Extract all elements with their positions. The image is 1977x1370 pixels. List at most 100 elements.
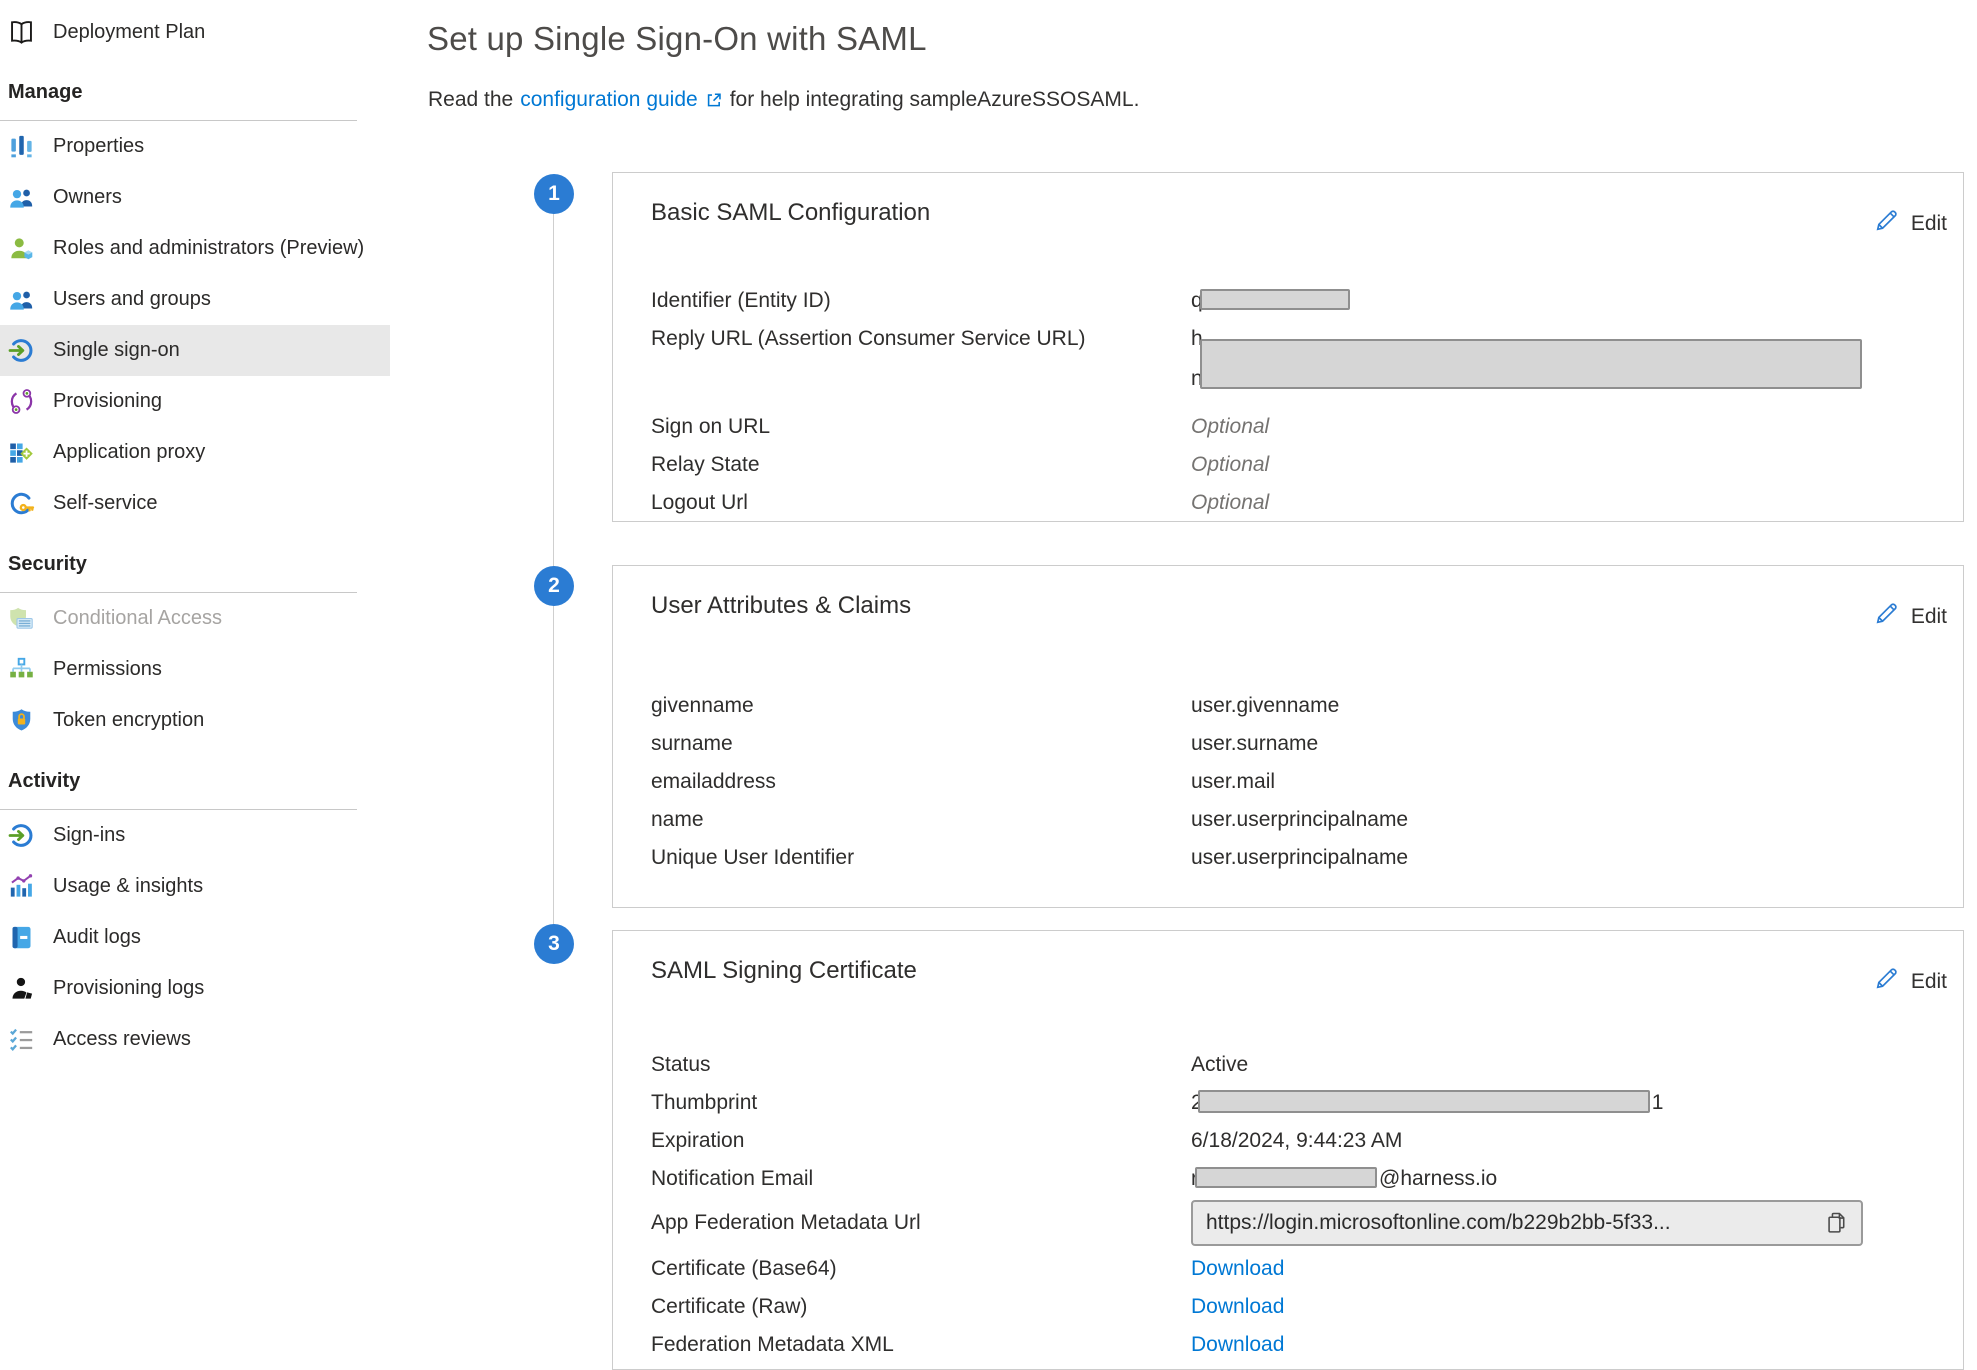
notification-email-row: Notification Email r@harness.io <box>651 1166 1963 1192</box>
shield-lock-icon <box>8 707 35 734</box>
expiration-value: 6/18/2024, 9:44:23 AM <box>1191 1128 1402 1154</box>
federation-metadata-xml-row: Federation Metadata XML Download <box>651 1332 1963 1358</box>
sidebar-item-label: Owners <box>53 186 122 209</box>
thumbprint-value: 21 <box>1191 1090 1663 1116</box>
metadata-url-row: App Federation Metadata Url https://logi… <box>651 1200 1963 1246</box>
claim-value: user.givenname <box>1191 693 1339 719</box>
sidebar-item-label: Audit logs <box>53 926 141 949</box>
relay-state-value: Optional <box>1191 452 1269 478</box>
sidebar-item-label: Deployment Plan <box>53 21 205 44</box>
sidebar-section-manage: Manage <box>0 81 420 104</box>
expiration-label: Expiration <box>651 1128 1191 1154</box>
configuration-guide-link[interactable]: configuration guide <box>520 88 697 112</box>
sign-in-arrow-icon <box>8 337 35 364</box>
page-title: Set up Single Sign-On with SAML <box>427 20 927 58</box>
certificate-raw-row: Certificate (Raw) Download <box>651 1294 1963 1320</box>
edit-user-attributes-button[interactable]: Edit <box>1873 600 1947 633</box>
grid-diamond-icon <box>8 439 35 466</box>
basic-saml-configuration-card: Basic SAML Configuration Edit Identifier… <box>612 172 1964 522</box>
metadata-url-label: App Federation Metadata Url <box>651 1200 1191 1246</box>
reply-url-value: h n <box>1191 326 1891 402</box>
reply-url-row: Reply URL (Assertion Consumer Service UR… <box>651 326 1963 402</box>
relay-state-row: Relay State Optional <box>651 452 1963 478</box>
claim-label: givenname <box>651 693 1191 719</box>
sidebar-item-label: Roles and administrators (Preview) <box>53 237 364 260</box>
logout-url-value: Optional <box>1191 490 1269 516</box>
claim-value: user.userprincipalname <box>1191 807 1408 833</box>
external-link-icon[interactable] <box>705 91 723 109</box>
sidebar-section-activity: Activity <box>0 770 420 793</box>
sidebar-item-single-sign-on[interactable]: Single sign-on <box>0 325 390 376</box>
step-2-badge: 2 <box>534 566 574 606</box>
saml-signing-certificate-card: SAML Signing Certificate Edit Status Act… <box>612 930 1964 1370</box>
sidebar-item-access-reviews[interactable]: Access reviews <box>0 1014 390 1065</box>
claim-row: Unique User Identifier user.userprincipa… <box>651 845 1963 871</box>
identifier-label: Identifier (Entity ID) <box>651 288 1191 314</box>
redaction-bar <box>1198 1090 1650 1113</box>
sidebar-item-provisioning-logs[interactable]: Provisioning logs <box>0 963 390 1014</box>
notification-email-label: Notification Email <box>651 1166 1191 1192</box>
download-base64-link[interactable]: Download <box>1191 1256 1284 1282</box>
logout-url-row: Logout Url Optional <box>651 490 1963 516</box>
certificate-raw-label: Certificate (Raw) <box>651 1294 1191 1320</box>
metadata-url-input[interactable]: https://login.microsoftonline.com/b229b2… <box>1191 1200 1863 1246</box>
book-icon <box>8 19 35 46</box>
sidebar-item-label: Application proxy <box>53 441 205 464</box>
sidebar-item-label: Token encryption <box>53 709 204 732</box>
sidebar-item-users-groups[interactable]: Users and groups <box>0 274 390 325</box>
sign-on-url-row: Sign on URL Optional <box>651 414 1963 440</box>
shield-list-icon <box>8 605 35 632</box>
edit-basic-saml-button[interactable]: Edit <box>1873 207 1947 240</box>
key-circle-icon <box>8 490 35 517</box>
copy-icon[interactable] <box>1825 1210 1851 1236</box>
step-3-badge: 3 <box>534 924 574 964</box>
redaction-bar <box>1195 1167 1377 1188</box>
sidebar-item-conditional-access[interactable]: Conditional Access <box>0 593 390 644</box>
edit-label: Edit <box>1911 605 1947 629</box>
claim-label: name <box>651 807 1191 833</box>
sidebar-item-label: Properties <box>53 135 144 158</box>
user-attributes-claims-card: User Attributes & Claims Edit givenname … <box>612 565 1964 908</box>
properties-bars-icon <box>8 133 35 160</box>
edit-label: Edit <box>1911 212 1947 236</box>
sign-on-url-value: Optional <box>1191 414 1269 440</box>
pencil-icon <box>1873 600 1900 633</box>
checklist-icon <box>8 1026 35 1053</box>
claim-row: surname user.surname <box>651 731 1963 757</box>
sidebar-item-token-encryption[interactable]: Token encryption <box>0 695 390 746</box>
person-cube-icon <box>8 235 35 262</box>
certificate-base64-label: Certificate (Base64) <box>651 1256 1191 1282</box>
sidebar-item-label: Sign-ins <box>53 824 125 847</box>
sidebar-item-usage-insights[interactable]: Usage & insights <box>0 861 390 912</box>
intro-line: Read the configuration guide for help in… <box>428 88 1139 112</box>
edit-label: Edit <box>1911 970 1947 994</box>
claim-label: Unique User Identifier <box>651 845 1191 871</box>
logout-url-label: Logout Url <box>651 490 1191 516</box>
sidebar-item-label: Usage & insights <box>53 875 203 898</box>
sidebar-item-application-proxy[interactable]: Application proxy <box>0 427 390 478</box>
download-raw-link[interactable]: Download <box>1191 1294 1284 1320</box>
intro-suffix: for help integrating sampleAzureSSOSAML. <box>730 88 1140 112</box>
sidebar-item-properties[interactable]: Properties <box>0 121 390 172</box>
sidebar-item-audit-logs[interactable]: Audit logs <box>0 912 390 963</box>
chart-line-icon <box>8 873 35 900</box>
metadata-url-value: https://login.microsoftonline.com/b229b2… <box>1206 1210 1671 1236</box>
sidebar-item-deployment-plan[interactable]: Deployment Plan <box>0 9 390 55</box>
thumbprint-row: Thumbprint 21 <box>651 1090 1963 1116</box>
sidebar-item-permissions[interactable]: Permissions <box>0 644 390 695</box>
sidebar-item-sign-ins[interactable]: Sign-ins <box>0 810 390 861</box>
relay-state-label: Relay State <box>651 452 1191 478</box>
sidebar-item-roles-administrators[interactable]: Roles and administrators (Preview) <box>0 223 390 274</box>
sidebar-item-label: Self-service <box>53 492 157 515</box>
card-title: Basic SAML Configuration <box>651 199 930 227</box>
sidebar-item-provisioning[interactable]: Provisioning <box>0 376 390 427</box>
redaction-bar <box>1200 289 1350 310</box>
edit-signing-certificate-button[interactable]: Edit <box>1873 965 1947 998</box>
download-federation-xml-link[interactable]: Download <box>1191 1332 1284 1358</box>
sidebar-item-owners[interactable]: Owners <box>0 172 390 223</box>
sidebar-item-self-service[interactable]: Self-service <box>0 478 390 529</box>
pencil-icon <box>1873 965 1900 998</box>
expiration-row: Expiration 6/18/2024, 9:44:23 AM <box>651 1128 1963 1154</box>
sign-on-url-label: Sign on URL <box>651 414 1191 440</box>
sidebar-item-label: Provisioning logs <box>53 977 204 1000</box>
